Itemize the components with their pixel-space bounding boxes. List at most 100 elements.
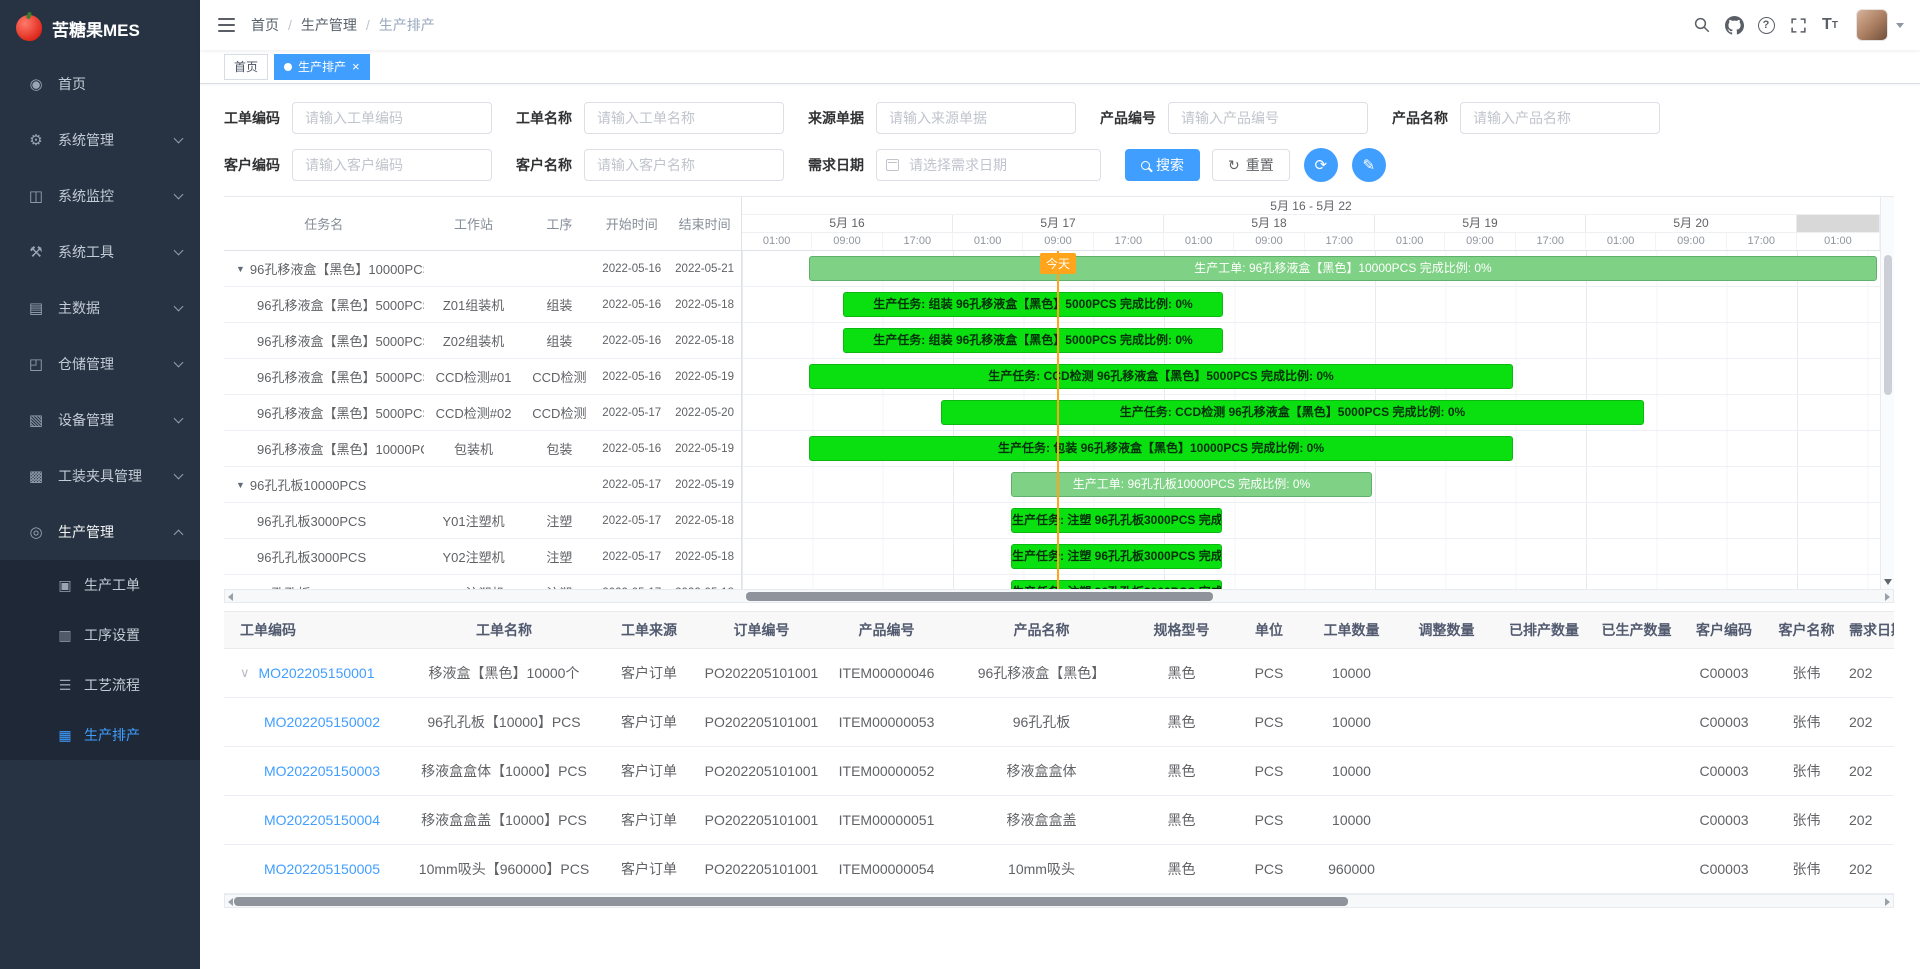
gantt-task-row[interactable]: 96孔移液盒【黑色】5000PCSZ01组装机组装2022-05-162022-… (224, 287, 741, 323)
customer-name-input[interactable] (584, 149, 784, 181)
gantt-task-bar[interactable]: 生产任务: 注塑 96孔孔板3000PCS 完成比例: 0% (1011, 508, 1222, 533)
avatar[interactable] (1856, 9, 1888, 41)
table-row[interactable]: MO202205150003移液盒盒体【10000】PCS客户订单PO20220… (224, 747, 1894, 796)
table-row[interactable]: ∨MO202205150001移液盒【黑色】10000个客户订单PO202205… (224, 649, 1894, 698)
task-station-cell: 包装机 (424, 439, 524, 458)
gantt-task-row[interactable]: 96孔移液盒【黑色】5000PCSCCD检测#01CCD检测2022-05-16… (224, 359, 741, 395)
demand-date-input[interactable] (876, 149, 1101, 181)
sidebar-item-process-config[interactable]: ▥工序设置 (0, 610, 200, 660)
sidebar-item-system-mgmt[interactable]: ⚙系统管理 (0, 112, 200, 168)
gantt-task-row[interactable]: 96孔孔板3000PCSY01注塑机注塑2022-05-172022-05-18 (224, 503, 741, 539)
task-name-cell: 96孔移液盒【黑色】5000PCS (224, 367, 424, 386)
gantt-workorder-bar[interactable]: 生产工单: 96孔移液盒【黑色】10000PCS 完成比例: 0% (809, 256, 1877, 281)
reset-button[interactable]: ↻重置 (1212, 149, 1290, 181)
refresh-circle-button[interactable]: ⟳ (1304, 148, 1338, 182)
horizontal-scrollbar-thumb[interactable] (746, 592, 1213, 601)
product-no-input[interactable] (1168, 102, 1368, 134)
tab-home[interactable]: 首页 (224, 54, 268, 80)
gantt-column-header: 开始时间 (595, 214, 668, 233)
table-row[interactable]: MO20220515000296孔孔板【10000】PCS客户订单PO20220… (224, 698, 1894, 747)
gantt-task-bar[interactable]: 生产任务: 组装 96孔移液盒【黑色】5000PCS 完成比例: 0% (843, 292, 1223, 317)
order-link[interactable]: MO202205150003 (264, 763, 380, 779)
sidebar-item-production[interactable]: ◎生产管理 (0, 504, 200, 560)
order-link[interactable]: MO202205150004 (264, 812, 380, 828)
vertical-scrollbar-thumb[interactable] (1884, 255, 1892, 395)
gantt-task-bar[interactable]: 生产任务: 注塑 96孔孔板3000PCS 完成比例: 0% (1011, 580, 1222, 589)
gantt-task-bar[interactable]: 生产任务: 注塑 96孔孔板3000PCS 完成比例: 0% (1011, 544, 1222, 569)
horizontal-scrollbar-thumb[interactable] (234, 897, 1348, 906)
gantt-task-bar[interactable]: 生产任务: 包装 96孔移液盒【黑色】10000PCS 完成比例: 0% (809, 436, 1513, 461)
scroll-down-arrow-icon[interactable] (1884, 579, 1892, 585)
gantt-task-bar[interactable]: 生产任务: CCD检测 96孔移液盒【黑色】5000PCS 完成比例: 0% (809, 364, 1513, 389)
app-logo: 苦糖果MES (0, 0, 200, 56)
gantt-task-row[interactable]: 96孔移液盒【黑色】10000PCS包装机包装2022-05-162022-05… (224, 431, 741, 467)
breadcrumb-item[interactable]: 生产管理 (301, 15, 357, 35)
font-size-icon[interactable]: TT (1814, 0, 1846, 50)
task-process-cell: CCD检测 (523, 403, 595, 422)
gantt-workorder-bar[interactable]: 生产工单: 96孔孔板10000PCS 完成比例: 0% (1011, 472, 1372, 497)
order-cell-unit: PCS (1229, 665, 1309, 681)
order-cell-name: 10mm吸头【960000】PCS (409, 859, 599, 879)
order-link[interactable]: MO202205150005 (264, 861, 380, 877)
order-cell-spec: 黑色 (1134, 859, 1229, 879)
order-link[interactable]: MO202205150001 (259, 665, 375, 681)
sidebar-item-label: 系统工具 (58, 242, 175, 262)
breadcrumb-item[interactable]: 生产排产 (379, 15, 435, 35)
close-icon[interactable]: × (352, 60, 360, 73)
search-button[interactable]: 搜索 (1125, 149, 1200, 181)
github-icon[interactable] (1718, 0, 1750, 50)
gantt-task-row[interactable]: 96孔孔板3000PCSY02注塑机注塑2022-05-172022-05-18 (224, 539, 741, 575)
sidebar-item-work-order[interactable]: ▣生产工单 (0, 560, 200, 610)
order-name-input[interactable] (584, 102, 784, 134)
collapse-icon[interactable]: ▼ (236, 264, 245, 274)
scroll-left-arrow-icon[interactable] (228, 593, 233, 601)
sidebar-item-scheduling[interactable]: ▦生产排产 (0, 710, 200, 760)
order-cell-spec: 黑色 (1134, 761, 1229, 781)
gantt-task-row[interactable]: 96孔移液盒【黑色】5000PCSZ02组装机组装2022-05-162022-… (224, 323, 741, 359)
task-name-cell: 96孔移液盒【黑色】5000PCS (224, 331, 424, 350)
collapse-icon[interactable]: ▼ (236, 480, 245, 490)
order-code-input[interactable] (292, 102, 492, 134)
fullscreen-icon[interactable] (1782, 0, 1814, 50)
gantt-chart-row: 生产任务: CCD检测 96孔移液盒【黑色】5000PCS 完成比例: 0% (742, 395, 1880, 431)
sidebar-item-equipment[interactable]: ▧设备管理 (0, 392, 200, 448)
sidebar-item-home[interactable]: ◉首页 (0, 56, 200, 112)
product-name-input[interactable] (1460, 102, 1660, 134)
search-button-label: 搜索 (1156, 155, 1184, 175)
table-row[interactable]: MO202205150004移液盒盒盖【10000】PCS客户订单PO20220… (224, 796, 1894, 845)
hamburger-icon[interactable] (200, 18, 251, 32)
equipment-icon: ▧ (26, 411, 46, 429)
order-cell-source: 客户订单 (599, 810, 699, 830)
sidebar-item-system-monitor[interactable]: ◫系统监控 (0, 168, 200, 224)
table-row[interactable]: MO20220515000510mm吸头【960000】PCS客户订单PO202… (224, 845, 1894, 894)
orders-horizontal-scrollbar[interactable] (224, 894, 1894, 908)
gantt-vertical-scrollbar[interactable] (1880, 197, 1894, 589)
filter-field-order-name: 工单名称 (516, 102, 784, 134)
tab-scheduling[interactable]: 生产排产× (274, 54, 370, 80)
gantt-task-bar[interactable]: 生产任务: 组装 96孔移液盒【黑色】5000PCS 完成比例: 0% (843, 328, 1223, 353)
gantt-task-row[interactable]: ▼96孔移液盒【黑色】10000PCS2022-05-162022-05-21 (224, 251, 741, 287)
scroll-right-arrow-icon[interactable] (1885, 898, 1890, 906)
gantt-task-row[interactable]: ▼96孔孔板10000PCS2022-05-172022-05-19 (224, 467, 741, 503)
scroll-left-arrow-icon[interactable] (228, 898, 233, 906)
breadcrumb-item[interactable]: 首页 (251, 15, 279, 35)
chevron-down-icon[interactable] (1896, 23, 1904, 28)
sidebar-item-warehouse[interactable]: ◰仓储管理 (0, 336, 200, 392)
source-doc-input[interactable] (876, 102, 1076, 134)
expand-row-icon[interactable]: ∨ (240, 665, 250, 681)
gantt-horizontal-scrollbar[interactable] (224, 589, 1894, 603)
sidebar-item-master-data[interactable]: ▤主数据 (0, 280, 200, 336)
order-link[interactable]: MO202205150002 (264, 714, 380, 730)
gantt-task-bar[interactable]: 生产任务: CCD检测 96孔移液盒【黑色】5000PCS 完成比例: 0% (941, 400, 1644, 425)
customer-code-input[interactable] (292, 149, 492, 181)
sidebar-item-system-tools[interactable]: ⚒系统工具 (0, 224, 200, 280)
help-icon[interactable]: ? (1750, 0, 1782, 50)
gantt-task-row[interactable]: 96孔移液盒【黑色】5000PCSCCD检测#02CCD检测2022-05-17… (224, 395, 741, 431)
chevron-down-icon (174, 189, 184, 199)
search-icon[interactable] (1686, 0, 1718, 50)
sidebar-item-fixture[interactable]: ▩工装夹具管理 (0, 448, 200, 504)
sidebar-item-process-flow[interactable]: ☰工艺流程 (0, 660, 200, 710)
gantt-task-row[interactable]: 96孔孔板3000PCSY03注塑机注塑2022-05-172022-05-18 (224, 575, 741, 589)
edit-circle-button[interactable]: ✎ (1352, 148, 1386, 182)
scroll-right-arrow-icon[interactable] (1885, 593, 1890, 601)
